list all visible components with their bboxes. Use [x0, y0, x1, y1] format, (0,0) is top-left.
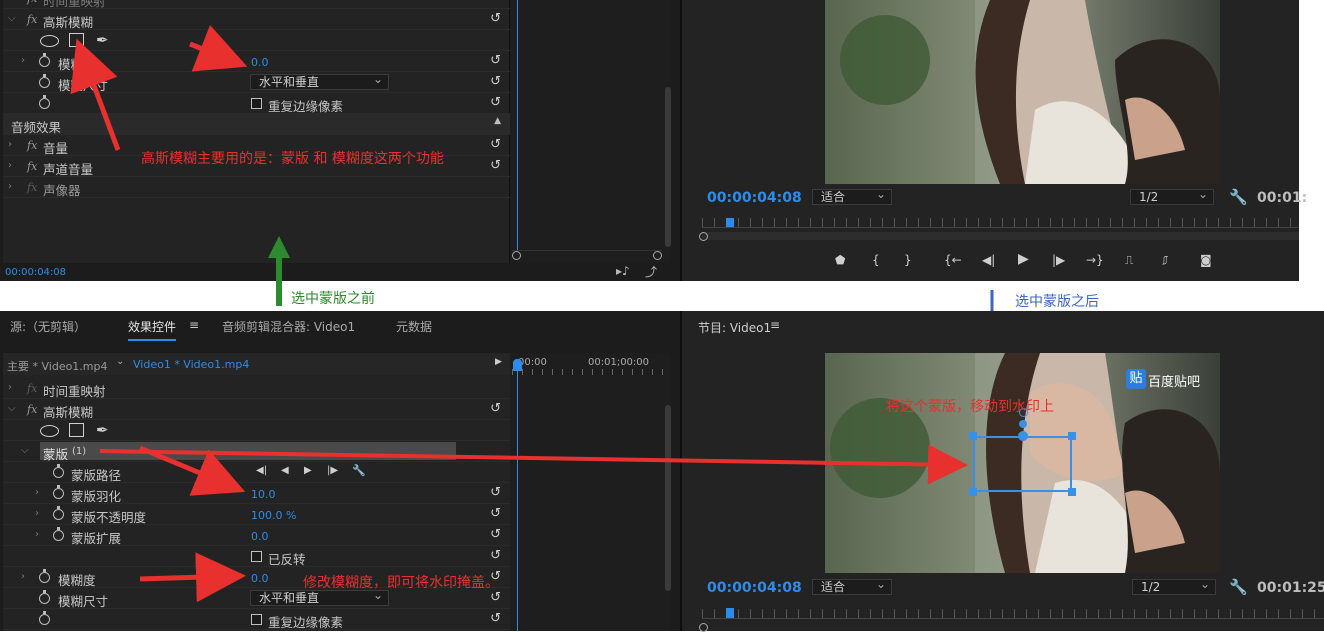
- note-main-features: 高斯模糊主要用的是：蒙版 和 模糊度这两个功能: [141, 151, 444, 167]
- note-move-mask: 将这个蒙版，移动到水印上: [886, 399, 1054, 415]
- note-change-blur: 修改模糊度，即可将水印掩盖。: [303, 575, 499, 591]
- red-arrows-overlay: [70, 25, 968, 603]
